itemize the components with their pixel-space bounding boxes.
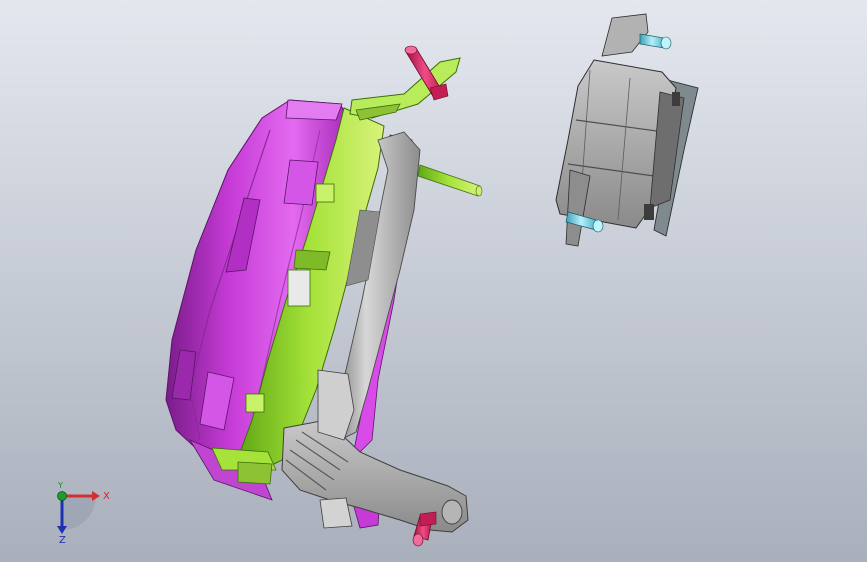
y-axis-icon bbox=[57, 491, 67, 501]
triad-backdrop bbox=[62, 496, 96, 530]
x-axis-label: X bbox=[103, 491, 110, 502]
y-axis-label: Y bbox=[57, 481, 63, 490]
z-axis-label: Z bbox=[59, 535, 66, 546]
coordinate-triad: X Y Z bbox=[57, 481, 110, 546]
cad-viewport[interactable]: X Y Z bbox=[0, 0, 867, 562]
